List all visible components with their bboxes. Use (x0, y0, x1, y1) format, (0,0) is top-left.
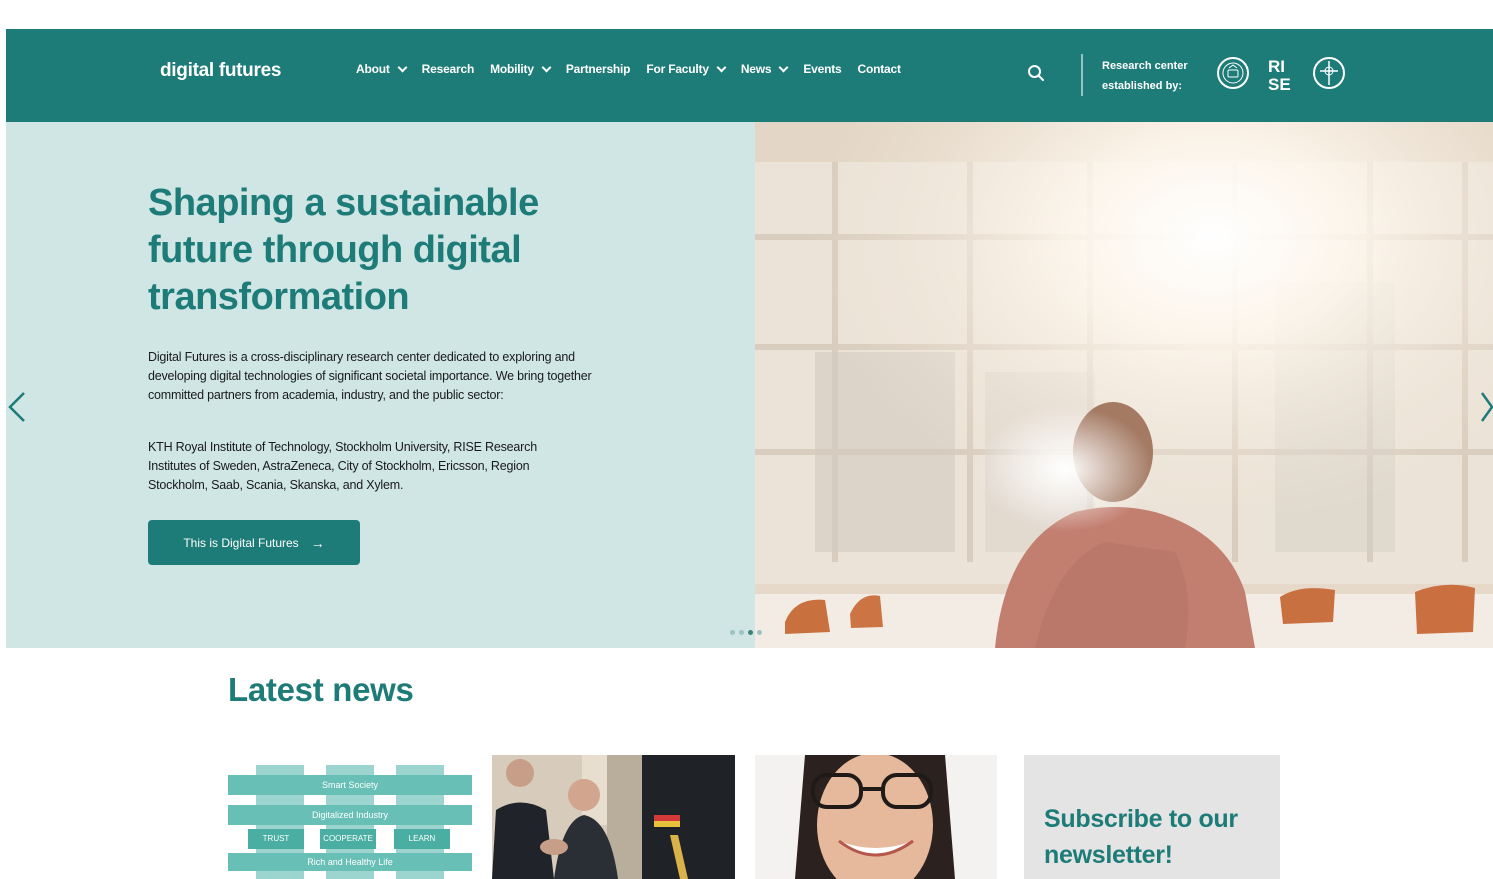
nav-item-research[interactable]: Research (421, 62, 475, 76)
nav-item-contact[interactable]: Contact (858, 62, 901, 76)
kth-seal-icon (1217, 57, 1249, 89)
established-line-2: established by: (1102, 80, 1183, 92)
carousel-dot-4[interactable] (757, 630, 762, 635)
nav-label: Mobility (490, 62, 534, 76)
kth-logo[interactable] (1216, 56, 1250, 90)
nav-item-mobility[interactable]: Mobility (490, 62, 552, 76)
chevron-down-icon (716, 62, 727, 72)
cta-label: This is Digital Futures (183, 535, 299, 550)
label-rich-healthy-life: Rich and Healthy Life (228, 853, 472, 871)
label-cooperate: COOPERATE (320, 829, 376, 849)
chevron-left-icon (8, 392, 25, 422)
label-trust: TRUST (248, 829, 304, 849)
label-smart-society: Smart Society (228, 775, 472, 795)
chevron-down-icon (397, 62, 408, 72)
hero-text-panel: Shaping a sustainable future through dig… (6, 122, 755, 648)
hero-carousel: Shaping a sustainable future through dig… (6, 122, 1493, 648)
search-button[interactable] (1026, 63, 1046, 83)
hero-photo (755, 122, 1493, 648)
established-by-label: Research center established by: (1102, 56, 1188, 96)
chevron-down-icon (778, 62, 789, 72)
chevron-down-icon (541, 62, 552, 72)
news-card-2[interactable] (492, 755, 735, 879)
rise-icon: RI SE (1268, 57, 1291, 94)
news-photo-portrait (755, 755, 997, 879)
nav-label: Contact (857, 62, 901, 76)
label-learn: LEARN (394, 829, 450, 849)
nav-item-for-faculty[interactable]: For Faculty (646, 62, 727, 76)
nav-label: News (740, 62, 772, 76)
office-window-photo (755, 122, 1493, 648)
rise-text-top: RI (1268, 57, 1285, 76)
hero-description: Digital Futures is a cross-disciplinary … (148, 350, 592, 402)
header-divider (1081, 54, 1083, 96)
established-line-1: Research center (1102, 60, 1188, 72)
carousel-next-button[interactable] (1480, 387, 1493, 427)
news-photo-handshake (492, 755, 735, 879)
nav-label: Partnership (565, 62, 631, 76)
stockholm-university-logo[interactable] (1312, 56, 1346, 90)
news-card-3[interactable] (755, 755, 997, 879)
carousel-dot-2[interactable] (739, 630, 744, 635)
news-card-1[interactable]: Smart Society Digitalized Industry TRUST… (228, 755, 472, 879)
hero-partners-list: KTH Royal Institute of Technology, Stock… (148, 440, 537, 492)
nav-label: About (356, 62, 390, 76)
nav-label: Research (421, 62, 475, 76)
chevron-right-icon (1480, 392, 1493, 422)
nav-item-events[interactable]: Events (803, 62, 841, 76)
site-header: digital futures About Research Mobility … (6, 29, 1493, 122)
site-logo[interactable]: digital futures (160, 60, 281, 82)
latest-news-heading: Latest news (228, 671, 414, 708)
arrow-right-icon: → (310, 534, 325, 551)
search-icon (1028, 65, 1044, 81)
subscribe-newsletter-text: Subscribe to our newsletter! (1044, 805, 1238, 869)
page: digital futures About Research Mobility … (6, 29, 1493, 879)
hero-title: Shaping a sustainable future through dig… (148, 182, 539, 318)
carousel-dot-3[interactable] (748, 630, 753, 635)
rise-logo[interactable]: RI SE (1266, 56, 1296, 94)
rise-text-bottom: SE (1268, 75, 1291, 92)
this-is-digital-futures-button[interactable]: This is Digital Futures → (148, 520, 360, 565)
carousel-prev-button[interactable] (6, 387, 30, 427)
su-crest-icon (1313, 57, 1345, 89)
label-digitalized-industry: Digitalized Industry (228, 805, 472, 825)
nav-label: For Faculty (646, 62, 709, 76)
nav-item-news[interactable]: News (740, 62, 789, 76)
nav-item-about[interactable]: About (356, 62, 408, 76)
carousel-dot-1[interactable] (730, 630, 735, 635)
nav-label: Events (803, 62, 842, 76)
carousel-dots (730, 630, 766, 635)
newsletter-card[interactable]: Subscribe to our newsletter! (1024, 755, 1280, 879)
nav-item-partnership[interactable]: Partnership (566, 62, 631, 76)
main-nav: About Research Mobility Partnership For … (356, 62, 917, 76)
